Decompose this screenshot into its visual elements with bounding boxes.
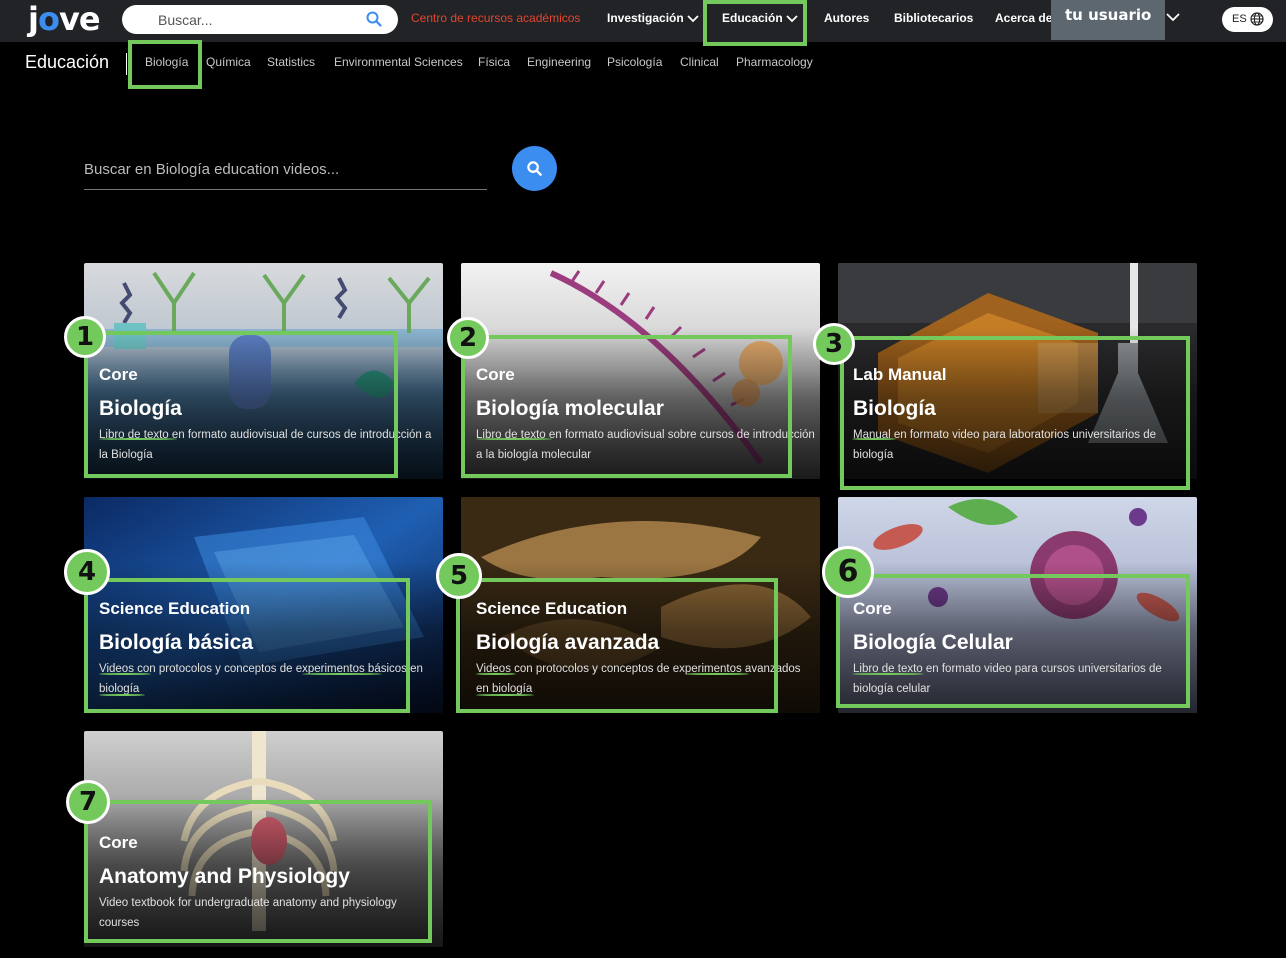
top-navbar: jove Centro de recursos académicos Inves… bbox=[0, 0, 1286, 42]
language-code: ES bbox=[1232, 13, 1247, 25]
annotation-badge-2: 2 bbox=[447, 317, 489, 359]
subnav-item-environmental-sciences[interactable]: Environmental Sciences bbox=[334, 55, 463, 69]
highlight-educacion bbox=[703, 0, 807, 46]
subnav-item-statistics[interactable]: Statistics bbox=[267, 55, 315, 69]
subnav-item-quimica[interactable]: Química bbox=[206, 55, 251, 69]
chevron-down-icon bbox=[687, 15, 699, 23]
annotation-underline bbox=[476, 673, 516, 675]
user-account[interactable]: tu usuario bbox=[1051, 0, 1165, 40]
education-search-button[interactable] bbox=[512, 146, 557, 191]
annotation-badge-3: 3 bbox=[813, 323, 855, 365]
highlight-card-1 bbox=[84, 331, 398, 478]
annotation-badge-1: 1 bbox=[64, 316, 106, 358]
subnav-item-engineering[interactable]: Engineering bbox=[527, 55, 591, 69]
highlight-card-5 bbox=[456, 578, 778, 713]
chevron-down-icon[interactable] bbox=[1166, 13, 1180, 22]
subnav-divider bbox=[126, 53, 127, 75]
subnav-item-psicologia[interactable]: Psicología bbox=[607, 55, 662, 69]
nav-bibliotecarios[interactable]: Bibliotecarios bbox=[894, 11, 973, 25]
academic-resources-link[interactable]: Centro de recursos académicos bbox=[411, 11, 580, 25]
nav-autores[interactable]: Autores bbox=[824, 11, 869, 25]
annotation-underline bbox=[476, 438, 552, 440]
subnav-item-pharmacology[interactable]: Pharmacology bbox=[736, 55, 813, 69]
globe-icon bbox=[1250, 12, 1264, 26]
nav-investigacion-label: Investigación bbox=[607, 11, 684, 25]
search-icon[interactable] bbox=[366, 11, 382, 27]
education-search-underline bbox=[84, 189, 487, 190]
global-search bbox=[122, 5, 398, 34]
education-search-input[interactable] bbox=[84, 158, 484, 180]
annotation-underline bbox=[99, 694, 145, 696]
global-search-input[interactable] bbox=[158, 10, 358, 30]
subnav-item-clinical[interactable]: Clinical bbox=[680, 55, 719, 69]
annotation-underline bbox=[852, 438, 896, 440]
annotation-underline bbox=[99, 673, 151, 675]
highlight-card-6 bbox=[836, 574, 1190, 708]
annotation-underline bbox=[302, 673, 382, 675]
highlight-card-4 bbox=[84, 578, 410, 713]
annotation-underline bbox=[99, 438, 177, 440]
subnav-title: Educación bbox=[25, 52, 110, 72]
annotation-underline bbox=[685, 673, 749, 675]
highlight-card-2 bbox=[461, 335, 792, 478]
annotation-badge-5: 5 bbox=[436, 553, 482, 599]
nav-acerca-de[interactable]: Acerca de bbox=[995, 11, 1052, 25]
language-selector[interactable]: ES bbox=[1222, 7, 1273, 32]
annotation-badge-4: 4 bbox=[64, 549, 110, 595]
highlight-card-7 bbox=[84, 800, 432, 943]
annotation-underline bbox=[852, 673, 924, 675]
user-name: tu usuario bbox=[1065, 6, 1152, 24]
annotation-badge-7: 7 bbox=[66, 780, 110, 824]
highlight-card-3 bbox=[840, 336, 1190, 490]
jove-logo[interactable]: jove bbox=[28, 1, 101, 37]
highlight-biologia-tab bbox=[128, 40, 202, 89]
annotation-badge-6: 6 bbox=[822, 546, 874, 598]
annotation-underline bbox=[476, 694, 534, 696]
search-icon bbox=[527, 161, 542, 176]
subnav-item-fisica[interactable]: Física bbox=[478, 55, 510, 69]
nav-investigacion[interactable]: Investigación bbox=[607, 11, 699, 25]
